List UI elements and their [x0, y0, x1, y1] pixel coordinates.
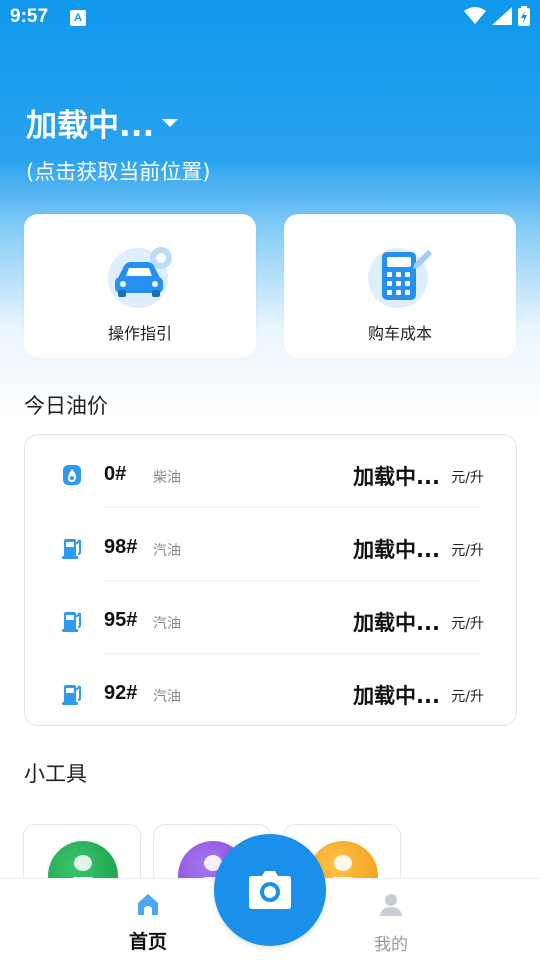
fuel-price: 加载中...	[353, 611, 440, 635]
fuel-type: 汽油	[153, 543, 181, 559]
fuel-pump-icon	[62, 539, 81, 559]
location-title: 加载中...	[26, 108, 155, 144]
fuel-grade: 0#	[104, 463, 127, 485]
get-location-link[interactable]: (点击获取当前位置)	[26, 156, 210, 186]
location-selector[interactable]: 加载中...	[26, 100, 179, 145]
fuel-type: 汽油	[153, 689, 181, 705]
fuel-grade: 98#	[104, 536, 138, 558]
tab-home[interactable]: 首页	[88, 879, 208, 960]
fuel-unit: 元/升	[451, 543, 484, 559]
signal-icon	[492, 7, 512, 25]
status-time: 9:57	[10, 6, 49, 27]
oil-price-title: 今日油价	[24, 394, 108, 418]
car-icon	[108, 247, 172, 308]
chevron-down-icon	[162, 118, 179, 127]
fuel-type: 柴油	[153, 470, 181, 486]
wifi-icon	[464, 7, 486, 24]
guide-card[interactable]: 操作指引	[24, 214, 256, 358]
camera-icon	[249, 871, 291, 909]
fuel-grade: 95#	[104, 609, 138, 631]
home-icon	[138, 894, 158, 915]
status-bar: 9:57 A	[0, 0, 540, 36]
fuel-grade: 92#	[104, 682, 138, 704]
tab-mine[interactable]: 我的	[331, 879, 451, 960]
fuel-pump-icon	[62, 685, 81, 705]
tools-title: 小工具	[24, 762, 87, 786]
camera-button[interactable]	[214, 834, 326, 946]
guide-card-label: 操作指引	[107, 324, 172, 343]
oil-drop-icon	[63, 465, 81, 485]
battery-icon	[518, 6, 530, 26]
oil-price-list: 0# 柴油 加载中... 元/升 98# 汽油 加载中... 元/升 95# 汽…	[24, 434, 517, 726]
fuel-type: 汽油	[153, 616, 181, 632]
fuel-unit: 元/升	[451, 689, 484, 705]
price-row-1[interactable]: 98# 汽油 加载中... 元/升	[25, 508, 516, 581]
fuel-pump-icon	[62, 612, 81, 632]
fuel-price: 加载中...	[353, 538, 440, 562]
fuel-unit: 元/升	[451, 616, 484, 632]
status-icons	[464, 6, 530, 26]
fuel-unit: 元/升	[451, 470, 484, 486]
price-row-3[interactable]: 92# 汽油 加载中... 元/升	[25, 654, 516, 727]
user-icon	[380, 894, 402, 916]
cost-card-label: 购车成本	[367, 324, 432, 343]
tab-mine-label: 我的	[374, 935, 408, 955]
tab-home-label: 首页	[128, 931, 167, 953]
price-row-0[interactable]: 0# 柴油 加载中... 元/升	[25, 435, 516, 508]
tool-glyph	[74, 855, 92, 871]
price-row-2[interactable]: 95# 汽油 加载中... 元/升	[25, 581, 516, 654]
fuel-price: 加载中...	[353, 684, 440, 708]
notification-icon: A	[70, 10, 86, 26]
calculator-icon	[368, 248, 432, 308]
cost-card[interactable]: 购车成本	[284, 214, 516, 358]
fuel-price: 加载中...	[353, 465, 440, 489]
tool-glyph	[334, 855, 352, 871]
